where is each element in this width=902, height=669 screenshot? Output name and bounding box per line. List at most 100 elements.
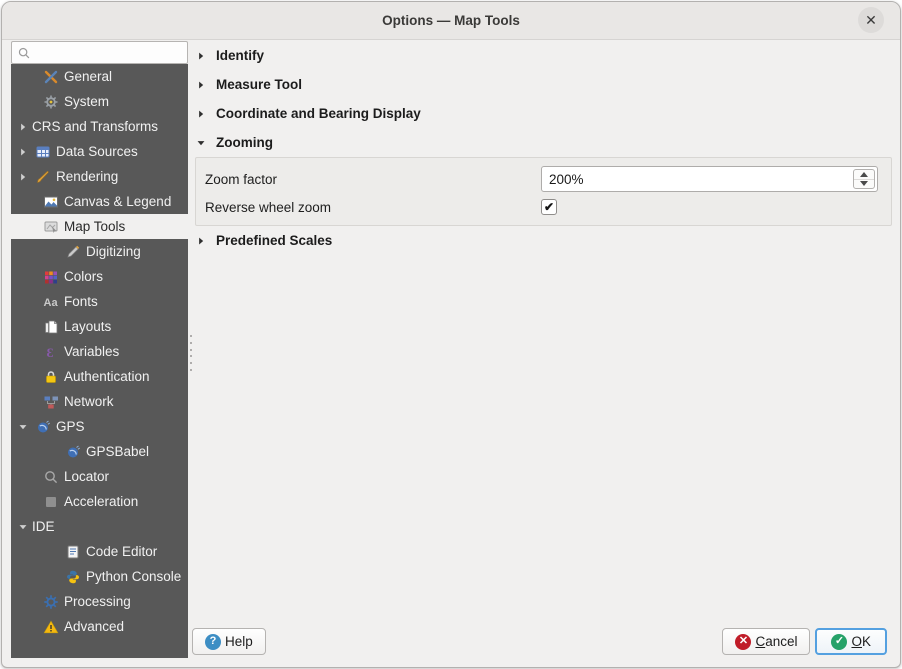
sidebar-item-label: Digitizing: [86, 244, 141, 259]
options-dialog: Options — Map Tools ✕ General System CRS a…: [1, 1, 901, 668]
sidebar-item-general[interactable]: General: [11, 64, 188, 89]
chevron-down-icon[interactable]: [16, 420, 30, 434]
canvas-legend-icon: [43, 194, 59, 210]
sidebar-item-label: Acceleration: [64, 494, 139, 509]
svg-text:Ɛ: Ɛ: [47, 345, 54, 360]
ok-button[interactable]: ✓ OK: [815, 628, 887, 655]
sidebar-item-rendering[interactable]: Rendering: [11, 164, 188, 189]
section-label: Zooming: [216, 135, 273, 150]
sidebar-item-label: System: [64, 94, 110, 109]
sidebar-item-digitizing[interactable]: Digitizing: [11, 239, 188, 264]
chevron-down-icon[interactable]: [16, 520, 30, 534]
advanced-icon: [43, 619, 59, 635]
colors-icon: [43, 269, 59, 285]
fonts-icon: Aa: [43, 294, 59, 310]
chevron-right-icon[interactable]: [16, 170, 30, 184]
sidebar-item-label: Variables: [64, 344, 120, 359]
sidebar-item-ide[interactable]: IDE: [11, 514, 188, 539]
main-panel: Identify Measure Tool Coordinate and Beari…: [192, 41, 895, 621]
sidebar-item-label: Processing: [64, 594, 131, 609]
sidebar-item-label: Fonts: [64, 294, 98, 309]
sidebar-item-fonts[interactable]: Aa Fonts: [11, 289, 188, 314]
gps-icon: [35, 419, 51, 435]
code-editor-icon: [65, 544, 81, 560]
sidebar-item-code-editor[interactable]: Code Editor: [11, 539, 188, 564]
sidebar-tree: General System CRS and Transforms Data Sour…: [11, 64, 188, 658]
section-predefined-scales[interactable]: Predefined Scales: [192, 226, 895, 255]
sidebar-item-label: GPSBabel: [86, 444, 150, 459]
general-icon: [43, 69, 59, 85]
sidebar-item-label: Network: [64, 394, 114, 409]
locator-icon: [43, 469, 59, 485]
window-title: Options — Map Tools: [382, 13, 520, 28]
spin-up-icon[interactable]: [854, 170, 874, 180]
rendering-icon: [35, 169, 51, 185]
sidebar-item-python-console[interactable]: Python Console: [11, 564, 188, 589]
chevron-right-icon[interactable]: [16, 120, 30, 134]
sidebar-item-network[interactable]: Network: [11, 389, 188, 414]
sidebar-item-label: Advanced: [64, 619, 125, 634]
reverse-wheel-checkbox[interactable]: ✔: [541, 199, 557, 215]
layouts-icon: [43, 319, 59, 335]
zoom-factor-label: Zoom factor: [205, 171, 278, 187]
sidebar-item-label: Python Console: [86, 569, 182, 584]
sidebar-item-map-tools[interactable]: Map Tools: [11, 214, 188, 239]
section-measure-tool[interactable]: Measure Tool: [192, 70, 895, 99]
sidebar-item-variables[interactable]: Ɛ Variables: [11, 339, 188, 364]
title-bar: Options — Map Tools ✕: [2, 2, 900, 40]
authentication-icon: [43, 369, 59, 385]
reverse-wheel-label: Reverse wheel zoom: [205, 199, 332, 215]
sidebar-item-label: Locator: [64, 469, 110, 484]
sidebar-item-label: Authentication: [64, 369, 150, 384]
chevron-right-icon: [195, 79, 207, 91]
sidebar-item-acceleration[interactable]: Acceleration: [11, 489, 188, 514]
sidebar-search[interactable]: [11, 41, 188, 64]
variables-icon: Ɛ: [43, 344, 59, 360]
data-sources-icon: [35, 144, 51, 160]
section-coordinate-bearing[interactable]: Coordinate and Bearing Display: [192, 99, 895, 128]
system-icon: [43, 94, 59, 110]
zoom-factor-spinbox[interactable]: [541, 166, 878, 192]
spin-down-icon[interactable]: [854, 180, 874, 189]
chevron-right-icon: [195, 50, 207, 62]
cancel-icon: ✕: [735, 633, 752, 650]
sidebar-item-label: GPS: [56, 419, 85, 434]
network-icon: [43, 394, 59, 410]
section-identify[interactable]: Identify: [192, 41, 895, 70]
sidebar-item-locator[interactable]: Locator: [11, 464, 188, 489]
sidebar-item-label: IDE: [32, 519, 55, 534]
processing-icon: [43, 594, 59, 610]
sidebar-item-label: Rendering: [56, 169, 119, 184]
zoom-factor-input[interactable]: [541, 166, 878, 192]
help-button[interactable]: ? Help: [192, 628, 266, 655]
sidebar-item-advanced[interactable]: Advanced: [11, 614, 188, 639]
sidebar-item-processing[interactable]: Processing: [11, 589, 188, 614]
sidebar-item-authentication[interactable]: Authentication: [11, 364, 188, 389]
sidebar-item-canvas-and-legend[interactable]: Canvas & Legend: [11, 189, 188, 214]
sidebar-item-gpsbabel[interactable]: GPSBabel: [11, 439, 188, 464]
sidebar-item-gps[interactable]: GPS: [11, 414, 188, 439]
gpsbabel-icon: [65, 444, 81, 460]
zooming-group: Zoom factor Reverse wheel zoom ✔: [195, 157, 892, 226]
sidebar-item-colors[interactable]: Colors: [11, 264, 188, 289]
sidebar-item-label: Canvas & Legend: [64, 194, 172, 209]
chevron-right-icon: [195, 108, 207, 120]
map-tools-icon: [43, 219, 59, 235]
sidebar-item-crs-and-transforms[interactable]: CRS and Transforms: [11, 114, 188, 139]
svg-text:Aa: Aa: [44, 297, 59, 309]
sidebar-item-label: Code Editor: [86, 544, 158, 559]
button-bar: ? Help ✕ Cancel ✓ OK: [192, 628, 887, 655]
search-icon: [17, 46, 31, 60]
sidebar-item-layouts[interactable]: Layouts: [11, 314, 188, 339]
digitizing-icon: [65, 244, 81, 260]
acceleration-icon: [43, 494, 59, 510]
cancel-button[interactable]: ✕ Cancel: [722, 628, 811, 655]
section-zooming[interactable]: Zooming: [192, 128, 895, 157]
zoom-factor-row: Zoom factor: [205, 166, 882, 192]
sidebar-item-data-sources[interactable]: Data Sources: [11, 139, 188, 164]
python-console-icon: [65, 569, 81, 585]
close-icon[interactable]: ✕: [858, 7, 884, 33]
chevron-right-icon[interactable]: [16, 145, 30, 159]
sidebar-item-label: CRS and Transforms: [32, 119, 159, 134]
sidebar-item-system[interactable]: System: [11, 89, 188, 114]
